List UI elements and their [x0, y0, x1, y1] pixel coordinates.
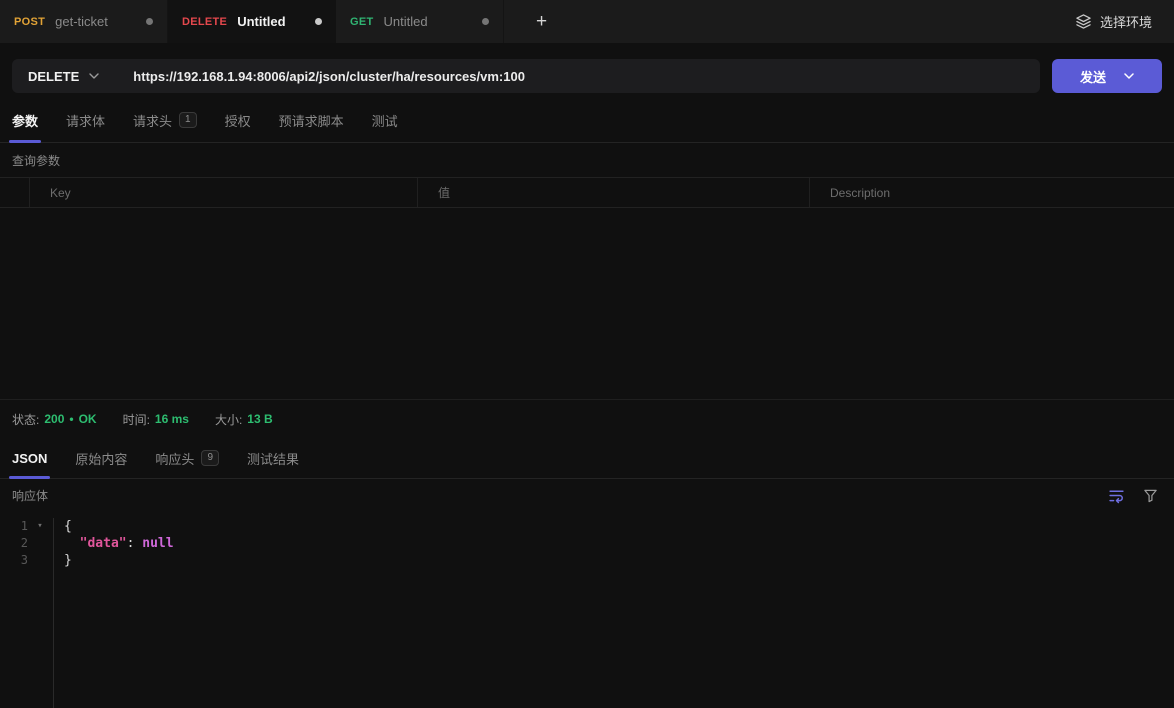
request-tab-bar: POST get-ticket DELETE Untitled GET Unti…: [0, 0, 1174, 43]
request-section-tabs: 参数 请求体 请求头 1 授权 预请求脚本 测试: [0, 98, 1174, 143]
tab-title: Untitled: [237, 14, 286, 29]
environment-selector[interactable]: 选择环境: [1075, 0, 1152, 43]
line-number: 1: [20, 519, 28, 533]
line-number: 2: [20, 536, 28, 550]
chevron-down-icon: [1124, 73, 1134, 79]
unsaved-dot-icon: [146, 18, 153, 25]
json-null-value: null: [142, 535, 174, 551]
response-code-viewer[interactable]: 1 ▾ 2 3 { "data": null }: [0, 512, 1174, 708]
row-handle-column: [0, 178, 30, 207]
tab-test-results[interactable]: 测试结果: [247, 439, 299, 478]
tab-pre-request-script[interactable]: 预请求脚本: [279, 98, 344, 142]
tab-label: 参数: [12, 113, 39, 129]
line-number-gutter: 1 ▾ 2 3: [0, 517, 54, 708]
method-label-get: GET: [350, 15, 374, 28]
response-status-row: 状态: 200 • OK 时间: 16 ms 大小: 13 B: [0, 398, 1174, 439]
response-body-bar: 响应体: [0, 479, 1174, 512]
word-wrap-icon[interactable]: [1108, 487, 1125, 504]
json-code-lines: { "data": null }: [54, 518, 1174, 708]
tab-label: JSON: [12, 450, 48, 466]
tab-label: 请求体: [66, 113, 106, 129]
tab-label: 原始内容: [75, 451, 128, 467]
response-headers-count-badge: 9: [201, 450, 219, 466]
time-label: 时间:: [122, 412, 150, 427]
tab-response-raw[interactable]: 原始内容: [75, 439, 127, 478]
response-section-tabs: JSON 原始内容 响应头 9 测试结果: [0, 439, 1174, 479]
chevron-down-icon: [89, 73, 99, 79]
send-button-label: 发送: [1079, 69, 1106, 85]
url-input[interactable]: DELETE https://192.168.1.94:8006/api2/js…: [12, 59, 1040, 93]
tab-response-headers[interactable]: 响应头 9: [155, 439, 219, 478]
new-tab-button[interactable]: +: [530, 8, 553, 35]
empty-params-area: [0, 208, 1174, 399]
headers-count-badge: 1: [179, 112, 197, 128]
layers-icon: [1075, 13, 1092, 30]
status-code: 200: [44, 412, 65, 426]
json-close-brace: }: [64, 552, 72, 568]
tab-auth[interactable]: 授权: [225, 98, 251, 142]
method-label-delete: DELETE: [182, 15, 228, 28]
tab-params[interactable]: 参数: [8, 98, 42, 143]
filter-icon[interactable]: [1143, 488, 1158, 503]
tab-tests[interactable]: 测试: [372, 98, 398, 142]
tab-body[interactable]: 请求体: [66, 98, 105, 142]
time-value: 16 ms: [154, 412, 189, 426]
time-group: 时间: 16 ms: [123, 411, 189, 428]
request-tab-untitled-get[interactable]: GET Untitled: [336, 0, 504, 43]
response-body-title: 响应体: [12, 488, 49, 503]
size-value: 13 B: [247, 412, 273, 426]
send-button[interactable]: 发送: [1052, 59, 1162, 93]
url-bar-row: DELETE https://192.168.1.94:8006/api2/js…: [0, 43, 1174, 98]
tab-label: 测试结果: [247, 451, 300, 467]
request-tab-untitled-delete[interactable]: DELETE Untitled: [168, 0, 336, 43]
line-number: 3: [20, 553, 28, 567]
environment-selector-label: 选择环境: [1099, 15, 1152, 30]
unsaved-dot-icon: [482, 18, 489, 25]
column-header-value[interactable]: 值: [418, 178, 810, 207]
tab-title: get-ticket: [55, 14, 108, 29]
status-label: 状态:: [12, 412, 40, 427]
tab-label: 响应头: [155, 451, 195, 467]
method-dropdown-value: DELETE: [28, 68, 80, 84]
tab-label: 预请求脚本: [278, 113, 344, 129]
json-key: "data": [79, 535, 127, 551]
code-line-3: }: [54, 552, 1174, 569]
code-line-1: {: [54, 518, 1174, 535]
request-url-value: https://192.168.1.94:8006/api2/json/clus…: [133, 68, 525, 84]
size-group: 大小: 13 B: [215, 411, 273, 428]
tab-label: 测试: [371, 113, 398, 129]
tab-title: Untitled: [383, 14, 428, 29]
size-label: 大小:: [214, 412, 243, 427]
method-label-post: POST: [14, 15, 46, 28]
json-open-brace: {: [64, 518, 72, 534]
column-header-key[interactable]: Key: [30, 178, 418, 207]
tab-label: 授权: [224, 113, 251, 129]
tab-label: 请求头: [133, 113, 173, 129]
status-separator: •: [69, 412, 74, 426]
code-line-2: "data": null: [54, 535, 1174, 552]
unsaved-dot-icon: [315, 18, 322, 25]
tab-response-json[interactable]: JSON: [8, 439, 51, 479]
code-fold-arrow-icon[interactable]: ▾: [28, 521, 52, 531]
params-table-header: Key 值 Description: [0, 177, 1174, 208]
request-tab-get-ticket[interactable]: POST get-ticket: [0, 0, 168, 43]
tab-headers[interactable]: 请求头 1: [133, 98, 197, 142]
json-colon: :: [126, 535, 143, 551]
status-text: OK: [78, 412, 97, 426]
query-params-title: 查询参数: [12, 153, 61, 168]
column-header-description[interactable]: Description: [810, 178, 1174, 207]
method-dropdown[interactable]: DELETE: [12, 59, 117, 93]
status-group: 状态: 200 • OK: [12, 411, 97, 428]
